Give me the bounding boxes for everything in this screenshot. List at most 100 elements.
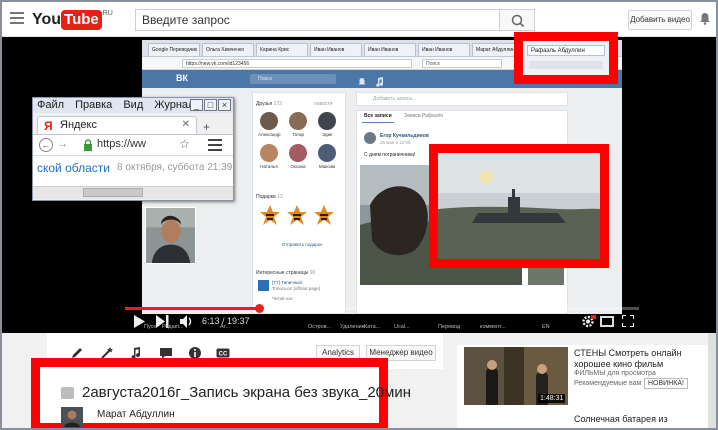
recorded-search-field: Поиск xyxy=(422,59,502,68)
recorded-url: https://new.vk.com/id123456 xyxy=(182,59,412,68)
search-input[interactable]: Введите запрос xyxy=(135,9,500,31)
recommendation-reason: Рекомендуемые вам xyxy=(574,380,642,387)
recommendation-title-2[interactable]: Солнечная батарея из xyxy=(574,414,668,424)
search-icon xyxy=(511,14,525,28)
friend-item: Наталья xyxy=(258,144,280,169)
svg-text:CC: CC xyxy=(219,352,228,358)
recorded-tab: Иван Иванов xyxy=(364,43,416,56)
recommendation-channel: ФИЛЬМЫ для просмотра xyxy=(574,370,656,377)
friends-label: Друзья xyxy=(256,101,273,107)
recorded-tab: Иван Иванов xyxy=(418,43,470,56)
active-tab-underline xyxy=(362,122,394,123)
friend-item: Максим xyxy=(316,144,338,169)
page-scrollbar[interactable] xyxy=(708,333,716,428)
hamburger-menu-icon[interactable] xyxy=(10,12,24,24)
friend-name: Максим xyxy=(318,164,336,169)
page-subtitle: Читай нас xyxy=(272,296,294,301)
gift-ribbon-icon xyxy=(314,205,334,225)
vk-search-field: Поиск xyxy=(250,74,336,84)
taskbar-item: Ucal... xyxy=(394,324,410,330)
lock-icon xyxy=(84,139,92,151)
gifts-count: 13 xyxy=(277,194,283,200)
menu-edit: Правка xyxy=(75,99,113,111)
pages-label: Интересные страницы xyxy=(256,270,309,276)
friend-avatar xyxy=(318,112,336,130)
friend-avatar xyxy=(289,144,307,162)
recorded-tab: Иван Иванов xyxy=(310,43,362,56)
friends-extra-link: новости xyxy=(314,101,333,107)
recorded-taskbar: Пуск Редакт... Ат... Остров... Удаление … xyxy=(142,321,622,333)
taskbar-item: коммент... xyxy=(480,324,506,330)
progress-played xyxy=(125,307,259,310)
send-gift-link: Отправить подарок xyxy=(281,242,323,247)
page-subtitle: Тобольск! [official page] xyxy=(272,286,321,291)
vk-compose-field: Добавить запись... xyxy=(356,92,568,106)
youtube-logo[interactable]: You Tube RU xyxy=(32,10,113,30)
notifications-bell-icon[interactable] xyxy=(699,12,711,25)
post-author-avatar xyxy=(364,132,376,144)
friend-name: Эдик xyxy=(321,132,333,137)
friend-name: Наталья xyxy=(260,164,278,169)
window-controls: _ □ × xyxy=(189,99,231,117)
taskbar-item: Удаление xyxy=(340,324,365,330)
upload-video-button[interactable]: Добавить видео xyxy=(628,10,692,30)
taskbar-item: EN xyxy=(542,324,550,330)
minimize-icon: _ xyxy=(190,99,203,111)
overlay-tab-title: Яндекс xyxy=(60,119,97,131)
friend-item: Александр xyxy=(258,112,281,137)
recorded-tab: Google Переводчик xyxy=(148,43,200,56)
logo-tube-text: Tube xyxy=(61,10,102,30)
video-privacy-icon xyxy=(61,387,74,399)
taskbar-item: Пуск xyxy=(144,324,156,330)
friend-avatar xyxy=(318,144,336,162)
video-title: 2августа2016г_Запись экрана без звука_20… xyxy=(82,384,411,401)
gift-ribbon-icon xyxy=(287,205,307,225)
taskbar-item: Перевод xyxy=(438,324,461,330)
post-text: С днем пограничника! xyxy=(364,152,416,158)
recorded-tab: Ольга Химченко xyxy=(202,43,254,56)
search-button[interactable] xyxy=(499,9,535,31)
menu-file: Файл xyxy=(37,99,65,111)
screenshot-frame: You Tube RU Введите запрос Добавить видео … xyxy=(0,0,718,430)
taskbar-item: Редакт... xyxy=(162,324,184,330)
back-arrow-icon: ← xyxy=(39,138,53,152)
bookmark-star-icon: ☆ xyxy=(179,137,190,151)
logo-you-text: You xyxy=(32,11,62,28)
browser-menu-icon xyxy=(208,139,222,151)
post-date: 26 мая в 12:05 xyxy=(380,140,411,145)
logo-region-text: RU xyxy=(102,10,113,17)
friends-heading: Друзья 172 xyxy=(256,101,282,107)
forward-arrow-icon: → xyxy=(57,138,68,150)
gifts-label: Подарки xyxy=(256,194,276,200)
tab-close-icon: ✕ xyxy=(181,119,190,130)
subscribe-bar xyxy=(97,426,277,430)
video-duration-badge: 1:48:31 xyxy=(538,394,566,403)
taskbar-item: Остров... xyxy=(308,324,332,330)
vk-bell-icon xyxy=(357,74,367,85)
close-icon: × xyxy=(218,99,231,111)
friend-avatar xyxy=(260,112,278,130)
maximize-icon: □ xyxy=(204,99,217,111)
channel-avatar[interactable] xyxy=(61,407,83,427)
friend-avatar xyxy=(260,144,278,162)
pages-count: 90 xyxy=(309,270,316,276)
page-avatar xyxy=(258,280,269,291)
vk-music-icon xyxy=(374,74,384,87)
red-highlight-box-photo xyxy=(429,144,609,268)
red-highlight-box-tab xyxy=(514,32,618,84)
overlay-tab: Я Яндекс ✕ xyxy=(37,116,197,134)
interesting-pages-heading: Интересные страницы 90 xyxy=(256,270,315,276)
recommendation-title[interactable]: СТЕНЫ Смотреть онлайн хорошее кино фильм xyxy=(574,348,710,370)
taskbar-item: Ат... xyxy=(220,324,231,330)
progress-scrubber[interactable] xyxy=(255,304,264,313)
overlay-browser-window: Файл Правка Вид Журнал _ □ × Я Яндекс ✕ + … xyxy=(32,97,234,201)
friends-count: 172 xyxy=(273,101,282,107)
vk-logo: ВК xyxy=(176,73,188,83)
fullscreen-icon[interactable] xyxy=(622,315,634,327)
friend-avatar xyxy=(289,112,307,130)
friend-item: Оксана xyxy=(287,144,309,169)
menu-view: Вид xyxy=(123,99,144,111)
page-title: [ТТ] Типичный xyxy=(272,280,302,285)
channel-name[interactable]: Марат Абдуллин xyxy=(97,409,175,420)
post-author: Егор Кучкильдинов xyxy=(380,133,429,139)
